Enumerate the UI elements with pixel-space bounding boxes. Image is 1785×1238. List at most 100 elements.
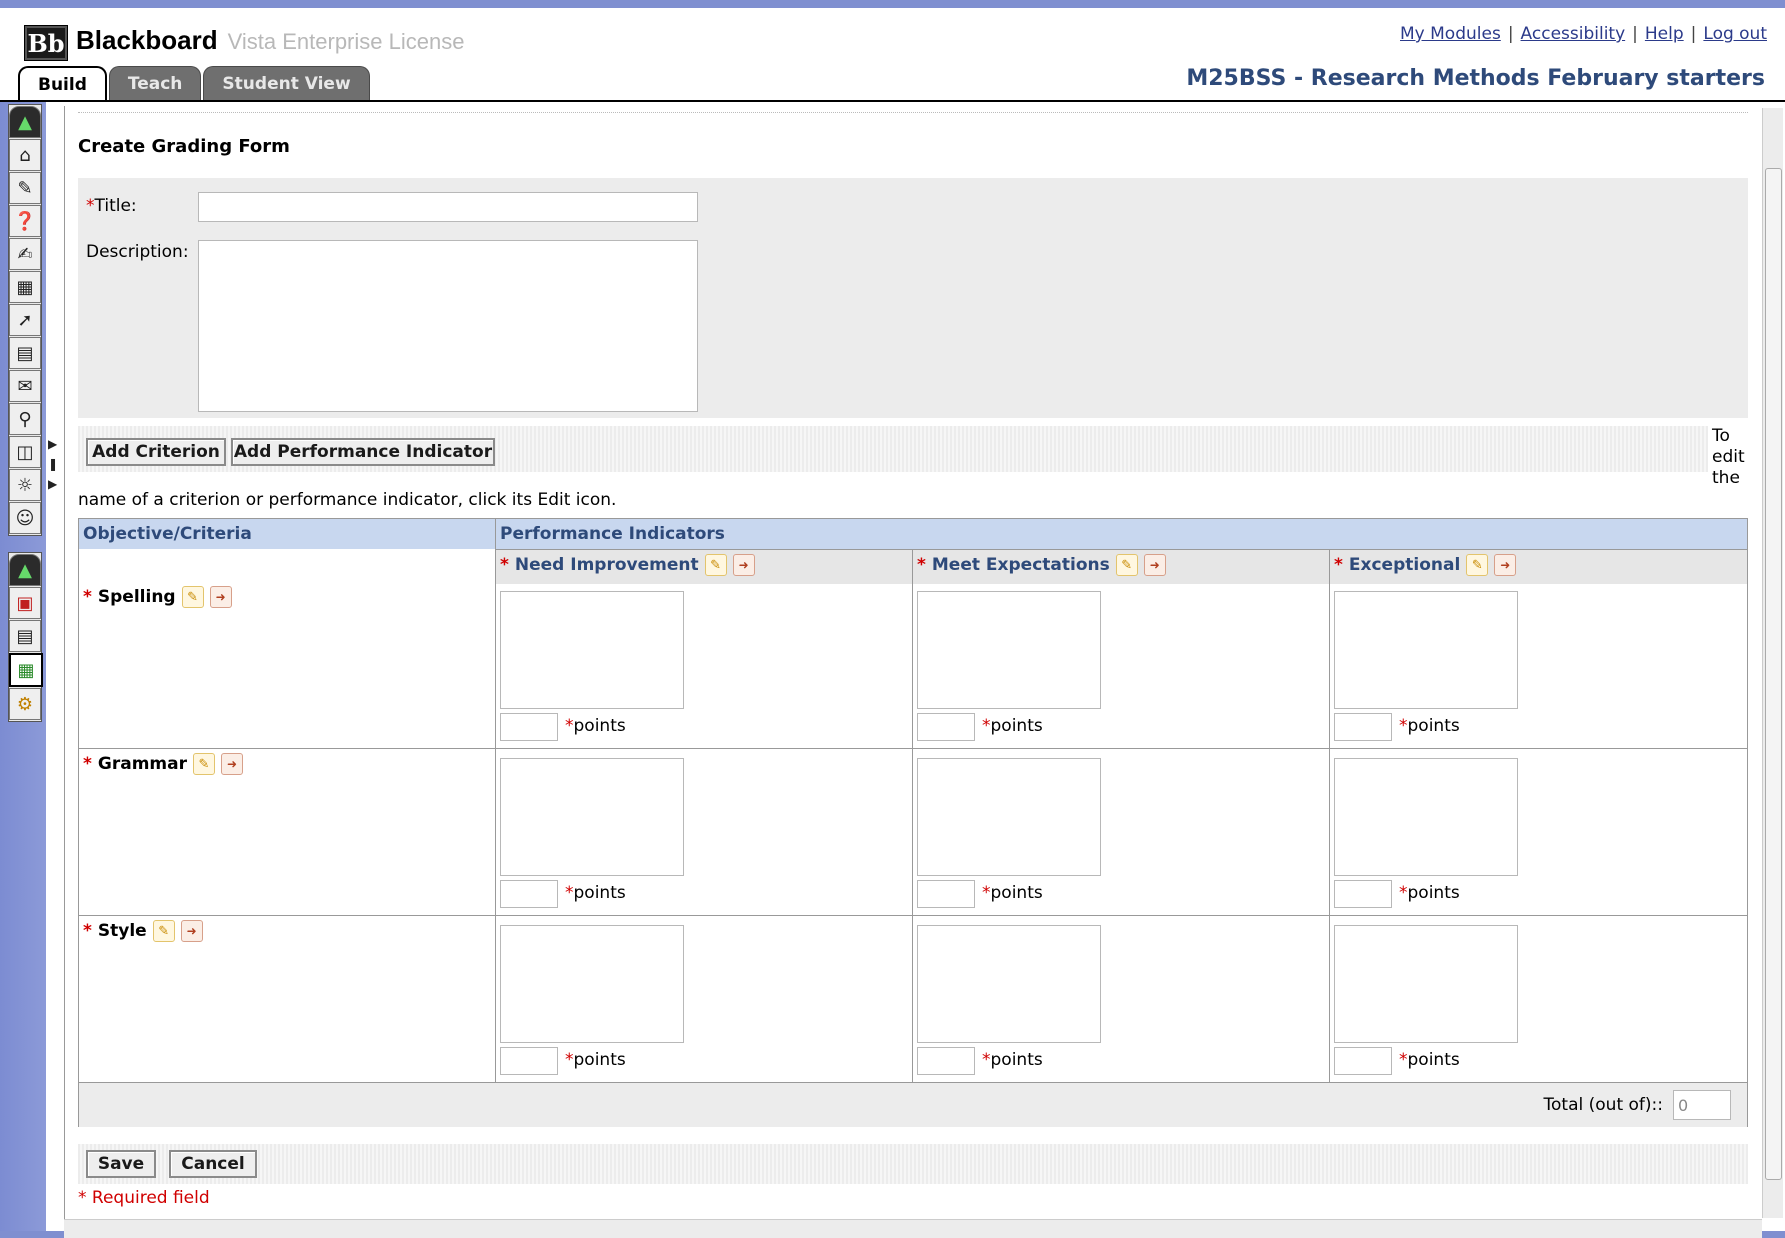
criteria-button-bar: Add Criterion Add Performance Indicator [78, 426, 1708, 472]
pin-icon[interactable]: ➚ [9, 304, 41, 336]
points-label: *points [1399, 883, 1460, 903]
title-label: *Title: [86, 196, 137, 216]
title-input[interactable] [198, 192, 698, 222]
save-button[interactable]: Save [86, 1150, 156, 1178]
top-links: My Modules | Accessibility | Help | Log out [1400, 24, 1767, 44]
points-label: *points [982, 716, 1043, 736]
search-icon[interactable]: ⚲ [9, 403, 41, 435]
tab-bar: Build Teach Student View [18, 66, 372, 102]
description-textarea[interactable] [917, 591, 1101, 709]
grading-form-icon[interactable]: ▦ [9, 653, 43, 687]
books-icon[interactable]: ▣ [9, 587, 41, 619]
column-divider [1329, 549, 1330, 1082]
web-icon[interactable]: ☼ [9, 469, 41, 501]
description-textarea[interactable] [917, 925, 1101, 1043]
description-textarea[interactable] [1334, 925, 1518, 1043]
tracking-icon[interactable]: ⚙ [9, 688, 41, 720]
home-icon[interactable]: ⌂ [9, 139, 41, 171]
edit-icon[interactable]: ✍ [9, 238, 41, 270]
cancel-button[interactable]: Cancel [169, 1150, 257, 1178]
points-input[interactable] [917, 713, 975, 741]
edit-icon[interactable]: ✎ [192, 753, 215, 775]
total-label: Total (out of):: [1543, 1095, 1663, 1115]
log-out-link[interactable]: Log out [1703, 24, 1767, 44]
roster-icon[interactable]: ☺ [9, 502, 41, 534]
indicator-meet-expectations: * Meet Expectations ✎ ➜ [917, 554, 1166, 576]
accessibility-link[interactable]: Accessibility [1521, 24, 1626, 44]
row-divider [79, 748, 1747, 749]
tab-student-view[interactable]: Student View [203, 66, 370, 101]
points-label: *points [982, 883, 1043, 903]
tools-icon[interactable]: ✎ [9, 172, 41, 204]
description-textarea[interactable] [198, 240, 698, 412]
horizontal-scrollbar[interactable] [64, 1219, 1762, 1238]
edit-instruction: name of a criterion or performance indic… [78, 490, 617, 510]
points-label: *points [982, 1050, 1043, 1070]
delete-icon[interactable]: ➜ [209, 586, 232, 608]
collapse-icon[interactable]: ▲ [9, 554, 41, 586]
rail-resize-handle[interactable]: ▶ ❚ ▶ [48, 434, 58, 494]
description-textarea[interactable] [917, 758, 1101, 876]
criterion-style: * Style ✎ ➜ [83, 920, 203, 942]
total-input[interactable]: 0 [1673, 1090, 1731, 1120]
column-divider [912, 549, 913, 1082]
help-link[interactable]: Help [1645, 24, 1684, 44]
points-label: *points [565, 883, 626, 903]
total-row: Total (out of):: 0 [79, 1083, 1747, 1127]
edit-icon[interactable]: ✎ [704, 554, 727, 576]
description-textarea[interactable] [1334, 591, 1518, 709]
criterion-spelling: * Spelling ✎ ➜ [83, 586, 232, 608]
row-divider [79, 915, 1747, 916]
course-title: M25BSS - Research Methods February start… [1186, 66, 1765, 91]
tool-rail: ▲ ⌂ ✎ ❓ ✍ ▦ ➚ ▤ ✉ ⚲ ◫ ☼ ☺ ▲ ▣ ▤ ▦ ⚙ ▶ ❚ ▶ [0, 102, 58, 1231]
points-input[interactable] [500, 880, 558, 908]
vertical-scrollbar[interactable] [1762, 108, 1783, 1218]
tab-build[interactable]: Build [18, 66, 107, 102]
column-header-criteria: Objective/Criteria [83, 524, 252, 544]
edit-icon[interactable]: ✎ [152, 920, 175, 942]
add-criterion-button[interactable]: Add Criterion [86, 438, 226, 466]
gradebook-icon[interactable]: ▤ [9, 620, 41, 652]
mail-icon[interactable]: ✉ [9, 370, 41, 402]
add-performance-indicator-button[interactable]: Add Performance Indicator [231, 438, 495, 466]
description-textarea[interactable] [500, 925, 684, 1043]
delete-icon[interactable]: ➜ [732, 554, 755, 576]
delete-icon[interactable]: ➜ [1494, 554, 1517, 576]
indicator-need-improvement: * Need Improvement ✎ ➜ [500, 554, 755, 576]
points-input[interactable] [917, 880, 975, 908]
save-button-bar: Save Cancel [78, 1144, 1748, 1184]
delete-icon[interactable]: ➜ [180, 920, 203, 942]
scrollbar-thumb[interactable] [1765, 168, 1782, 1180]
points-label: *points [565, 716, 626, 736]
delete-icon[interactable]: ➜ [220, 753, 243, 775]
my-modules-link[interactable]: My Modules [1400, 24, 1501, 44]
collapse-icon[interactable]: ▲ [9, 106, 41, 138]
brand-subtitle: Vista Enterprise License [227, 29, 465, 54]
quiz-icon[interactable]: ❓ [9, 205, 41, 237]
points-input[interactable] [1334, 880, 1392, 908]
criterion-grammar: * Grammar ✎ ➜ [83, 753, 243, 775]
brand-name: Blackboard [76, 25, 218, 55]
description-textarea[interactable] [1334, 758, 1518, 876]
edit-icon[interactable]: ✎ [1466, 554, 1489, 576]
delete-icon[interactable]: ➜ [1143, 554, 1166, 576]
indicator-exceptional: * Exceptional ✎ ➜ [1334, 554, 1517, 576]
points-input[interactable] [1334, 1047, 1392, 1075]
column-header-indicators: Performance Indicators [500, 524, 725, 544]
points-input[interactable] [1334, 713, 1392, 741]
points-input[interactable] [500, 1047, 558, 1075]
points-input[interactable] [500, 713, 558, 741]
documents-icon[interactable]: ▤ [9, 337, 41, 369]
header-divider [0, 100, 1785, 102]
edit-icon[interactable]: ✎ [181, 586, 204, 608]
tab-teach[interactable]: Teach [108, 66, 202, 101]
description-textarea[interactable] [500, 758, 684, 876]
grading-table: Objective/Criteria Performance Indicator… [78, 518, 1748, 1127]
description-textarea[interactable] [500, 591, 684, 709]
files-icon[interactable]: ◫ [9, 436, 41, 468]
edit-icon[interactable]: ✎ [1115, 554, 1138, 576]
points-input[interactable] [917, 1047, 975, 1075]
bb-logo-mark: Bb [24, 25, 68, 61]
calendar-icon[interactable]: ▦ [9, 271, 41, 303]
points-label: *points [565, 1050, 626, 1070]
